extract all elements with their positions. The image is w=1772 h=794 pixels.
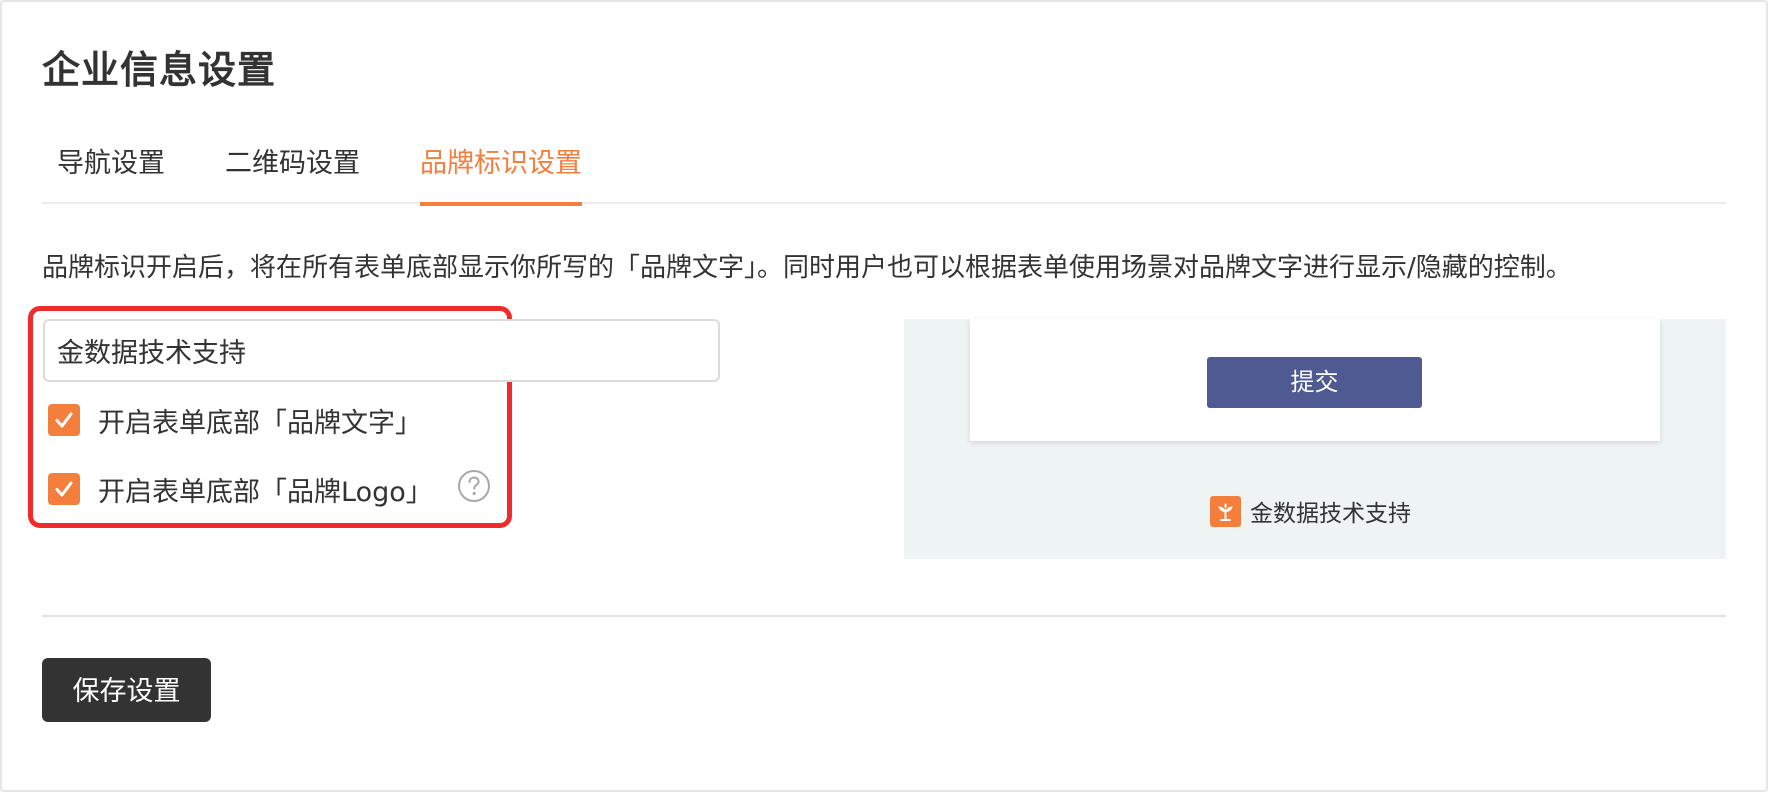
brand-logo-toggle[interactable]: 开启表单底部「品牌Logo」	[48, 471, 433, 508]
checkmark-icon	[55, 412, 73, 428]
settings-panel: 企业信息设置 导航设置 二维码设置 品牌标识设置 品牌标识开启后，将在所有表单底…	[0, 0, 1768, 792]
tab-qrcode-settings[interactable]: 二维码设置	[225, 142, 360, 204]
tab-brand-settings[interactable]: 品牌标识设置	[420, 142, 582, 206]
preview-form-card: 提交	[970, 319, 1660, 441]
save-settings-button[interactable]: 保存设置	[42, 658, 211, 722]
section-divider	[42, 615, 1726, 617]
brand-text-toggle[interactable]: 开启表单底部「品牌文字」	[48, 402, 422, 439]
checkmark-icon	[55, 481, 73, 497]
brand-description: 品牌标识开启后，将在所有表单底部显示你所写的「品牌文字」。同时用户也可以根据表单…	[42, 253, 1572, 283]
brand-text-toggle-label: 开启表单底部「品牌文字」	[98, 407, 422, 439]
tab-navigation-settings[interactable]: 导航设置	[57, 142, 165, 204]
form-preview: 提交 金数据技术支持	[904, 319, 1726, 559]
page-title: 企业信息设置	[42, 48, 277, 92]
sprout-logo-icon	[1210, 495, 1241, 527]
question-circle-icon[interactable]	[457, 469, 491, 503]
preview-brand-footer-text: 金数据技术支持	[1250, 501, 1411, 527]
brand-logo-toggle-label: 开启表单底部「品牌Logo」	[98, 476, 433, 508]
brand-text-input[interactable]	[43, 319, 720, 382]
brand-logo-checkbox[interactable]	[48, 473, 80, 505]
settings-tabs: 导航设置 二维码设置 品牌标识设置	[42, 142, 1726, 206]
brand-text-checkbox[interactable]	[48, 404, 80, 436]
preview-brand-footer: 金数据技术支持	[1210, 495, 1411, 527]
preview-submit-button[interactable]: 提交	[1207, 357, 1422, 408]
